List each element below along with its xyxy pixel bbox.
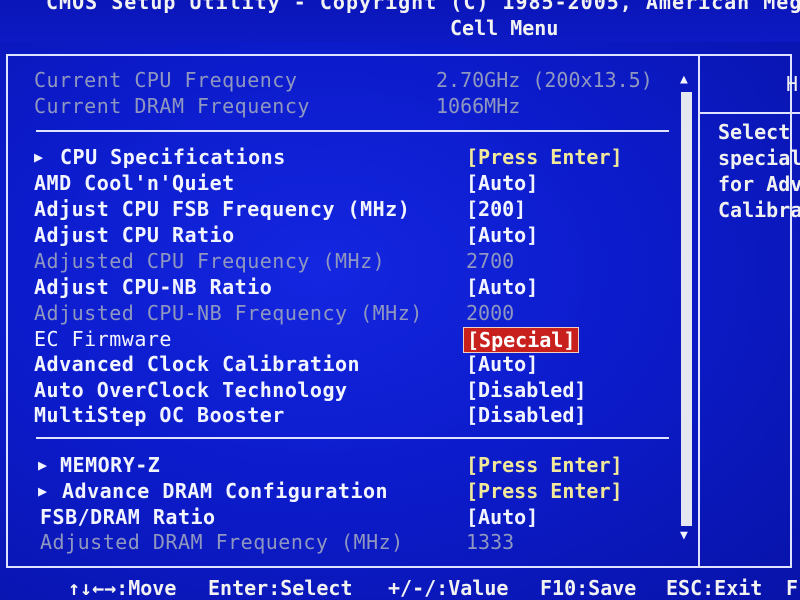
setting-label: Auto OverClock Technology [34, 378, 348, 402]
setting-value[interactable]: [Auto] [466, 223, 538, 247]
key-hint-exit: ESC:Exit [666, 576, 763, 600]
help-text-line: Calibra [718, 198, 800, 222]
section-divider [36, 130, 669, 132]
setting-value: 2000 [466, 301, 515, 325]
setting-label: Adjust CPU Ratio [34, 223, 235, 247]
scroll-up-icon[interactable]: ▲ [680, 72, 688, 87]
setting-advanced-clock-calibration[interactable]: Advanced Clock Calibration [Auto] [0, 352, 680, 376]
setting-fsb-dram-ratio[interactable]: FSB/DRAM Ratio [Auto] [0, 505, 680, 529]
key-hint-extra: F [786, 576, 799, 600]
setting-adjust-cpu-ratio[interactable]: Adjust CPU Ratio [Auto] [0, 223, 680, 247]
setting-value[interactable]: [Auto] [466, 275, 538, 299]
setting-adjust-cpu-nb-ratio[interactable]: Adjust CPU-NB Ratio [Auto] [0, 275, 680, 299]
setting-value: 1333 [466, 530, 515, 554]
setting-label: Current DRAM Frequency [34, 94, 310, 118]
setting-value[interactable]: [Press Enter] [466, 479, 623, 503]
submenu-arrow-icon: ▶ [38, 482, 48, 500]
setting-label: Advanced Clock Calibration [34, 352, 361, 376]
help-text-line: Select [718, 120, 791, 144]
key-hint-move: ↑↓←→:Move [68, 576, 177, 600]
menu-title: Cell Menu [450, 16, 559, 40]
footer-keys: ↑↓←→:Move Enter:Select +/-/:Value F10:Sa… [0, 576, 800, 600]
setting-label: AMD Cool'n'Quiet [34, 171, 235, 195]
setting-label: MultiStep OC Booster [34, 403, 285, 427]
setting-adjusted-cpu-frequency: Adjusted CPU Frequency (MHz) 2700 [0, 249, 680, 273]
submenu-arrow-icon: ▶ [34, 148, 44, 166]
setting-adjust-cpu-fsb-frequency[interactable]: Adjust CPU FSB Frequency (MHz) [200] [0, 197, 680, 221]
setting-value[interactable]: [Press Enter] [466, 453, 623, 477]
setting-adjusted-cpu-nb-frequency: Adjusted CPU-NB Frequency (MHz) 2000 [0, 301, 680, 325]
setting-value[interactable]: [Auto] [466, 505, 538, 529]
panel-divider [698, 54, 700, 568]
header-bar: CMOS Setup Utility - Copyright (C) 1985-… [0, 0, 800, 42]
setting-auto-overclock-technology[interactable]: Auto OverClock Technology [Disabled] [0, 378, 680, 402]
submenu-arrow-icon: ▶ [38, 456, 48, 474]
setting-value[interactable]: [Disabled] [466, 403, 586, 427]
help-divider [698, 112, 800, 114]
setting-value: 2700 [466, 249, 515, 273]
scroll-down-icon[interactable]: ▼ [680, 528, 688, 543]
setting-memory-z[interactable]: ▶ MEMORY-Z [Press Enter] [0, 453, 680, 477]
scrollbar[interactable] [681, 92, 692, 526]
setting-label: MEMORY-Z [60, 453, 161, 477]
setting-advance-dram-configuration[interactable]: ▶ Advance DRAM Configuration [Press Ente… [0, 479, 680, 503]
setting-label: Adjusted CPU Frequency (MHz) [34, 249, 386, 273]
setting-label: Adjust CPU-NB Ratio [34, 275, 273, 299]
app-title: CMOS Setup Utility - Copyright (C) 1985-… [46, 0, 800, 14]
setting-value: 1066MHz [436, 94, 521, 118]
section-divider [36, 437, 669, 439]
setting-label: Adjusted DRAM Frequency (MHz) [40, 530, 404, 554]
setting-current-dram-frequency: Current DRAM Frequency 1066MHz [0, 94, 680, 118]
setting-value[interactable]: [Auto] [466, 352, 538, 376]
setting-label: Current CPU Frequency [34, 68, 298, 92]
setting-label: FSB/DRAM Ratio [40, 505, 216, 529]
selected-value[interactable]: [Special] [463, 327, 580, 353]
setting-multistep-oc-booster[interactable]: MultiStep OC Booster [Disabled] [0, 403, 680, 427]
setting-label: EC Firmware [34, 327, 172, 351]
help-text-line: for Adv [718, 172, 800, 196]
setting-value[interactable]: [Disabled] [466, 378, 586, 402]
key-hint-value: +/-/:Value [388, 576, 509, 600]
setting-label: Adjust CPU FSB Frequency (MHz) [34, 197, 411, 221]
setting-value: 2.70GHz (200x13.5) [436, 68, 653, 92]
setting-ec-firmware[interactable]: EC Firmware [Special] [0, 327, 680, 353]
setting-adjusted-dram-frequency: Adjusted DRAM Frequency (MHz) 1333 [0, 530, 680, 554]
help-text-line: special [718, 146, 800, 170]
setting-label: Adjusted CPU-NB Frequency (MHz) [34, 301, 423, 325]
setting-value[interactable]: [Press Enter] [466, 145, 623, 169]
setting-current-cpu-frequency: Current CPU Frequency 2.70GHz (200x13.5) [0, 68, 680, 92]
setting-amd-cool-n-quiet[interactable]: AMD Cool'n'Quiet [Auto] [0, 171, 680, 195]
key-hint-select: Enter:Select [208, 576, 353, 600]
setting-label: CPU Specifications [60, 145, 286, 169]
help-header: H [786, 72, 799, 96]
setting-cpu-specifications[interactable]: ▶ CPU Specifications [Press Enter] [0, 145, 680, 169]
key-hint-save: F10:Save [540, 576, 637, 600]
setting-label: Advance DRAM Configuration [62, 479, 389, 503]
setting-value[interactable]: [200] [466, 197, 526, 221]
setting-value[interactable]: [Auto] [466, 171, 538, 195]
